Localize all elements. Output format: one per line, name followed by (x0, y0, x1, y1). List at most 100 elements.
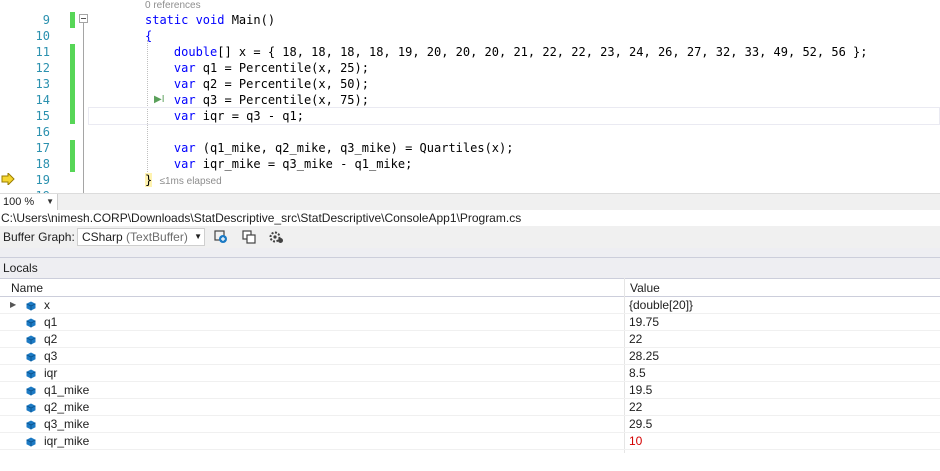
dropdown-arrow-icon: ▼ (46, 197, 54, 206)
code-line[interactable]: 14 var q3 = Percentile(x, 75); (0, 92, 940, 108)
code-text[interactable]: var q1 = Percentile(x, 25); (145, 60, 369, 76)
code-text[interactable]: var q3 = Percentile(x, 75); (145, 92, 369, 108)
change-indicator (70, 140, 75, 156)
code-line[interactable]: 16 (0, 124, 940, 140)
code-text[interactable]: double[] x = { 18, 18, 18, 18, 19, 20, 2… (145, 44, 868, 60)
toolbar-copy-button[interactable] (240, 229, 258, 245)
field-icon (26, 437, 36, 447)
code-token: q2 = Percentile(x, 50); (195, 77, 369, 91)
locals-header: Name Value (0, 278, 940, 297)
local-value[interactable]: 19.75 (629, 314, 659, 331)
code-token: } (145, 173, 153, 187)
code-line[interactable]: 15 var iqr = q3 - q1; (0, 108, 940, 124)
local-value[interactable]: {double[20]} (629, 297, 693, 314)
code-text[interactable]: var iqr = q3 - q1; (145, 108, 304, 124)
code-text[interactable]: var (q1_mike, q2_mike, q3_mike) = Quarti… (145, 140, 514, 156)
code-text[interactable]: var q2 = Percentile(x, 50); (145, 76, 369, 92)
code-line[interactable]: 9 static void Main() (0, 12, 940, 28)
locals-row[interactable]: q1 19.75 (0, 314, 940, 331)
toolbar-settings-button[interactable] (267, 229, 285, 245)
local-value[interactable]: 10 (629, 433, 642, 450)
file-path: C:\Users\nimesh.CORP\Downloads\StatDescr… (0, 210, 940, 226)
column-header-name[interactable]: Name (0, 279, 43, 297)
code-line[interactable]: 10 { (0, 28, 940, 44)
line-number: 19 (35, 173, 50, 187)
buffer-graph-selected-sub: (TextBuffer) (126, 230, 188, 244)
code-line[interactable]: 12 var q1 = Percentile(x, 25); (0, 60, 940, 76)
locals-row[interactable]: q3 28.25 (0, 348, 940, 365)
change-indicator (70, 44, 75, 60)
code-text[interactable]: static void Main() (145, 12, 275, 28)
local-name: iqr_mike (44, 434, 90, 448)
zoom-dropdown[interactable]: 100 % ▼ (0, 194, 58, 210)
code-editor[interactable]: 0 references 9 static void Main() 10 {11 do… (0, 0, 940, 193)
code-token: Main() (231, 13, 276, 27)
code-text[interactable]: var iqr_mike = q3_mike - q1_mike; (145, 156, 412, 172)
line-number: 12 (35, 61, 50, 75)
panel-splitter[interactable] (0, 248, 940, 258)
local-value[interactable]: 28.25 (629, 348, 659, 365)
code-line[interactable]: 17 var (q1_mike, q2_mike, q3_mike) = Qua… (0, 140, 940, 156)
code-line[interactable]: 13 var q2 = Percentile(x, 50); (0, 76, 940, 92)
buffer-graph-dropdown[interactable]: CSharp (TextBuffer) ▼ (77, 228, 205, 246)
code-token: iqr_mike = q3_mike - q1_mike; (195, 157, 413, 171)
code-line[interactable]: 11 double[] x = { 18, 18, 18, 18, 19, 20… (0, 44, 940, 60)
change-indicator (70, 12, 75, 28)
buffer-graph-toolbar: Buffer Graph: CSharp (TextBuffer) ▼ (0, 226, 940, 248)
zoom-value: 100 % (3, 196, 35, 208)
field-icon (26, 403, 36, 413)
line-number: 9 (42, 13, 50, 27)
locals-row[interactable]: q2_mike 22 (0, 399, 940, 416)
local-name: q2 (44, 332, 58, 346)
toolbar-settings-icon (269, 231, 283, 243)
locals-row[interactable]: q2 22 (0, 331, 940, 348)
locals-grid: ▶ x {double[20]} q1 19.75 q2 22 q3 28.25 iqr 8.5 q1… (0, 297, 940, 450)
keyword-token: var (145, 61, 196, 75)
field-icon (26, 369, 36, 379)
toolbar-graph-button[interactable] (212, 229, 230, 245)
run-to-cursor-icon[interactable]: ▶I (154, 95, 164, 105)
locals-row[interactable]: q3_mike 29.5 (0, 416, 940, 433)
locals-row[interactable]: iqr_mike 10 (0, 433, 940, 450)
locals-row[interactable]: q1_mike 19.5 (0, 382, 940, 399)
codelens-references[interactable]: 0 references (145, 0, 201, 12)
code-text[interactable]: { (145, 28, 152, 44)
toolbar-graph-icon (214, 230, 227, 243)
perf-tip-elapsed[interactable]: ≤1ms elapsed (159, 176, 221, 187)
local-value[interactable]: 8.5 (629, 365, 646, 382)
line-number: 17 (35, 141, 50, 155)
local-name: q1 (44, 315, 58, 329)
column-header-value[interactable]: Value (619, 279, 660, 297)
keyword-token: static void (145, 13, 232, 27)
local-value[interactable]: 19.5 (629, 382, 652, 399)
change-indicator (70, 156, 75, 172)
code-line[interactable]: 18 var iqr_mike = q3_mike - q1_mike; (0, 156, 940, 172)
editor-status-strip: 100 % ▼ (0, 193, 940, 210)
expand-arrow-icon[interactable]: ▶ (10, 300, 16, 310)
keyword-token: var (145, 157, 196, 171)
code-token: q1 = Percentile(x, 25); (195, 61, 369, 75)
locals-window-title[interactable]: Locals (0, 258, 940, 278)
change-indicator (70, 76, 75, 92)
buffer-graph-selected: CSharp (82, 230, 123, 244)
locals-row[interactable]: ▶ x {double[20]} (0, 297, 940, 314)
buffer-graph-label: Buffer Graph: (3, 230, 75, 244)
code-token: iqr = q3 - q1; (195, 109, 304, 123)
execution-arrow-icon (1, 173, 15, 185)
locals-row[interactable]: iqr 8.5 (0, 365, 940, 382)
field-icon (26, 420, 36, 430)
line-number: 11 (35, 45, 50, 59)
keyword-token: var (145, 141, 196, 155)
local-value[interactable]: 22 (629, 331, 642, 348)
keyword-token: var (145, 109, 196, 123)
change-indicator (70, 60, 75, 76)
local-value[interactable]: 29.5 (629, 416, 652, 433)
locals-empty-area (0, 453, 940, 471)
code-line[interactable]: 19} ≤1ms elapsed (0, 172, 940, 188)
field-icon (26, 335, 36, 345)
local-name: iqr (44, 366, 58, 380)
line-number: 10 (35, 29, 50, 43)
local-value[interactable]: 22 (629, 399, 642, 416)
line-number: 18 (35, 157, 50, 171)
line-number: 16 (35, 125, 50, 139)
